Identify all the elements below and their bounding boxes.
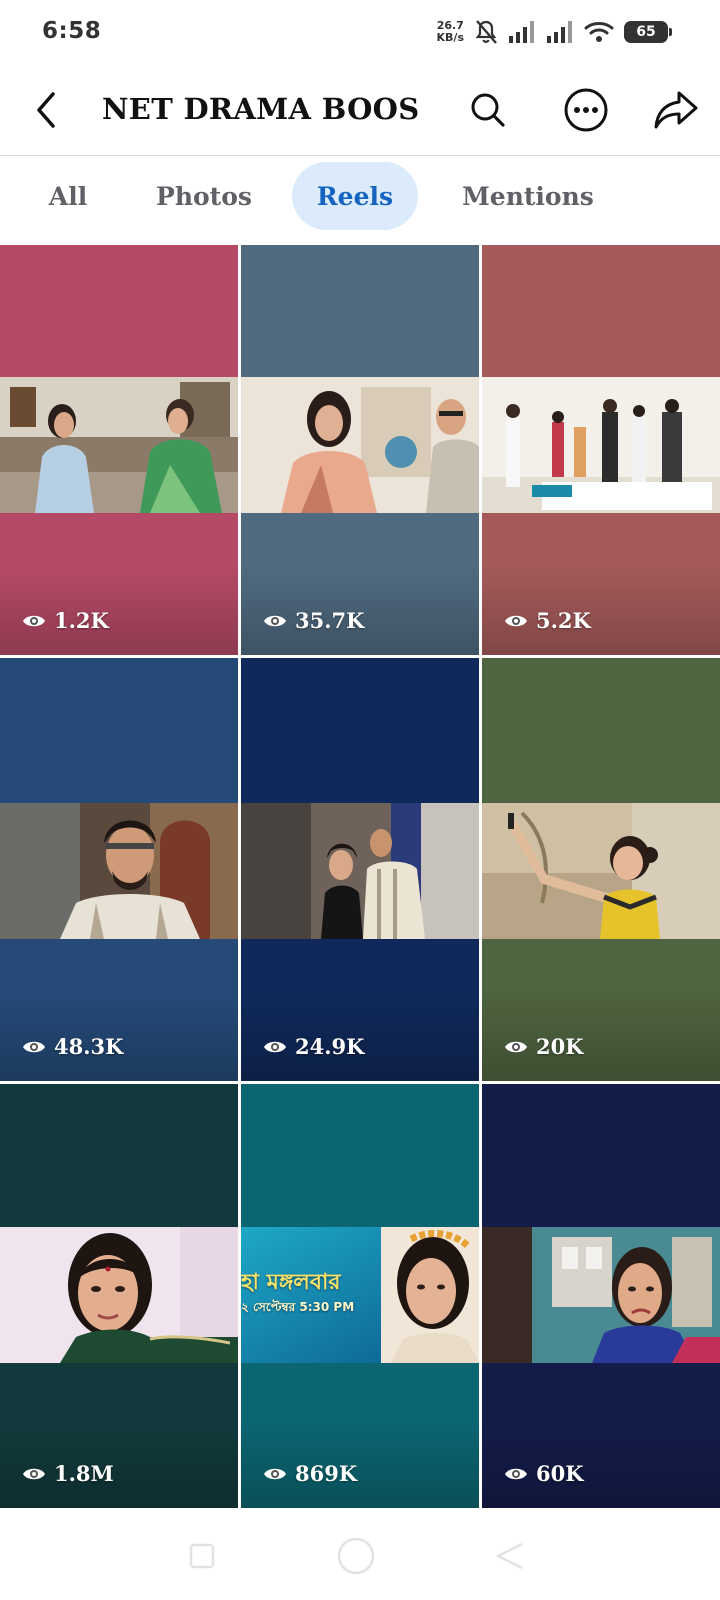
page-title: NET DRAMA BOOS (102, 92, 420, 126)
view-count: 5.2K (504, 608, 591, 633)
search-icon (471, 93, 505, 127)
reel-tile[interactable]: 60K (482, 1084, 720, 1508)
signal-icon (509, 21, 534, 43)
view-count: 60K (504, 1461, 583, 1486)
status-time: 6:58 (42, 18, 102, 44)
status-icons: 26.7 KB/s 65 (437, 14, 672, 50)
view-count: 20K (504, 1034, 583, 1059)
reel-tile[interactable]: 35.7K (241, 245, 479, 655)
header-divider (0, 155, 720, 156)
home-icon (337, 1537, 375, 1575)
reel-thumbnail (0, 803, 238, 939)
profile-header: NET DRAMA BOOS (0, 72, 720, 156)
battery-level: 65 (636, 24, 656, 40)
back-button[interactable] (22, 86, 70, 134)
reel-thumbnail (241, 377, 479, 513)
reel-thumbnail (0, 1227, 238, 1363)
eye-icon (264, 615, 286, 626)
view-count-label: 48.3K (54, 1034, 124, 1059)
search-button[interactable] (460, 82, 516, 138)
status-bar: 6:58 26.7 KB/s 65 (0, 0, 720, 64)
reel-tile[interactable]: 5.2K (482, 245, 720, 655)
share-button[interactable] (648, 82, 704, 138)
view-count: 35.7K (263, 608, 364, 633)
eye-icon (505, 615, 527, 626)
view-count: 869K (263, 1461, 357, 1486)
back-icon (496, 1542, 523, 1570)
tab-reels[interactable]: Reels (292, 162, 418, 230)
view-count: 1.2K (22, 608, 109, 633)
reel-thumbnail (241, 803, 479, 939)
promo-schedule: ২ সেপ্টেম্বর 5:30 PM (241, 1300, 355, 1314)
view-count-label: 35.7K (295, 608, 365, 633)
notifications-muted-icon (475, 20, 497, 44)
view-count-label: 1.2K (54, 608, 109, 633)
home-button[interactable] (326, 1536, 386, 1576)
back-arrow-icon (37, 92, 55, 128)
reel-tile[interactable]: 48.3K (0, 658, 238, 1081)
view-count-label: 1.8M (54, 1461, 114, 1486)
reel-thumbnail (482, 377, 720, 513)
view-count-label: 60K (536, 1461, 584, 1486)
content-tabs: All Photos Reels Mentions (0, 162, 720, 232)
net-speed-unit: KB/s (436, 31, 464, 44)
net-speed: 26.7 KB/s (437, 20, 464, 44)
eye-icon (505, 1468, 527, 1479)
eye-icon (23, 1041, 45, 1052)
view-count: 24.9K (263, 1034, 364, 1059)
eye-icon (264, 1041, 286, 1052)
eye-icon (264, 1468, 286, 1479)
promo-title: হা মঙ্গলবার (241, 1270, 341, 1295)
battery-icon: 65 (624, 21, 672, 43)
reel-tile[interactable]: 1.8M (0, 1084, 238, 1508)
more-options-button[interactable] (558, 82, 614, 138)
reel-tile[interactable]: 20K (482, 658, 720, 1081)
recent-apps-button[interactable] (172, 1536, 232, 1576)
signal-icon (547, 21, 572, 43)
view-count: 1.8M (22, 1461, 114, 1486)
view-count-label: 24.9K (295, 1034, 365, 1059)
share-icon (654, 91, 698, 129)
reel-tile[interactable]: হা মঙ্গলবার ২ সেপ্টেম্বর 5:30 PM 869K (241, 1084, 479, 1508)
system-back-button[interactable] (480, 1536, 540, 1576)
tab-photos[interactable]: Photos (136, 162, 272, 230)
more-options-icon (564, 88, 608, 132)
wifi-icon (584, 22, 614, 42)
tab-all[interactable]: All (28, 162, 108, 230)
view-count-label: 20K (536, 1034, 584, 1059)
eye-icon (505, 1041, 527, 1052)
reel-thumbnail (0, 377, 238, 513)
reel-thumbnail (482, 803, 720, 939)
reel-tile[interactable]: 24.9K (241, 658, 479, 1081)
system-navbar (0, 1508, 720, 1600)
tab-mentions[interactable]: Mentions (440, 162, 616, 230)
view-count: 48.3K (22, 1034, 123, 1059)
eye-icon (23, 615, 45, 626)
recent-apps-icon (189, 1543, 215, 1569)
reel-tile[interactable]: 1.2K (0, 245, 238, 655)
reel-thumbnail (482, 1227, 720, 1363)
view-count-label: 5.2K (536, 608, 591, 633)
eye-icon (23, 1468, 45, 1479)
view-count-label: 869K (295, 1461, 358, 1486)
